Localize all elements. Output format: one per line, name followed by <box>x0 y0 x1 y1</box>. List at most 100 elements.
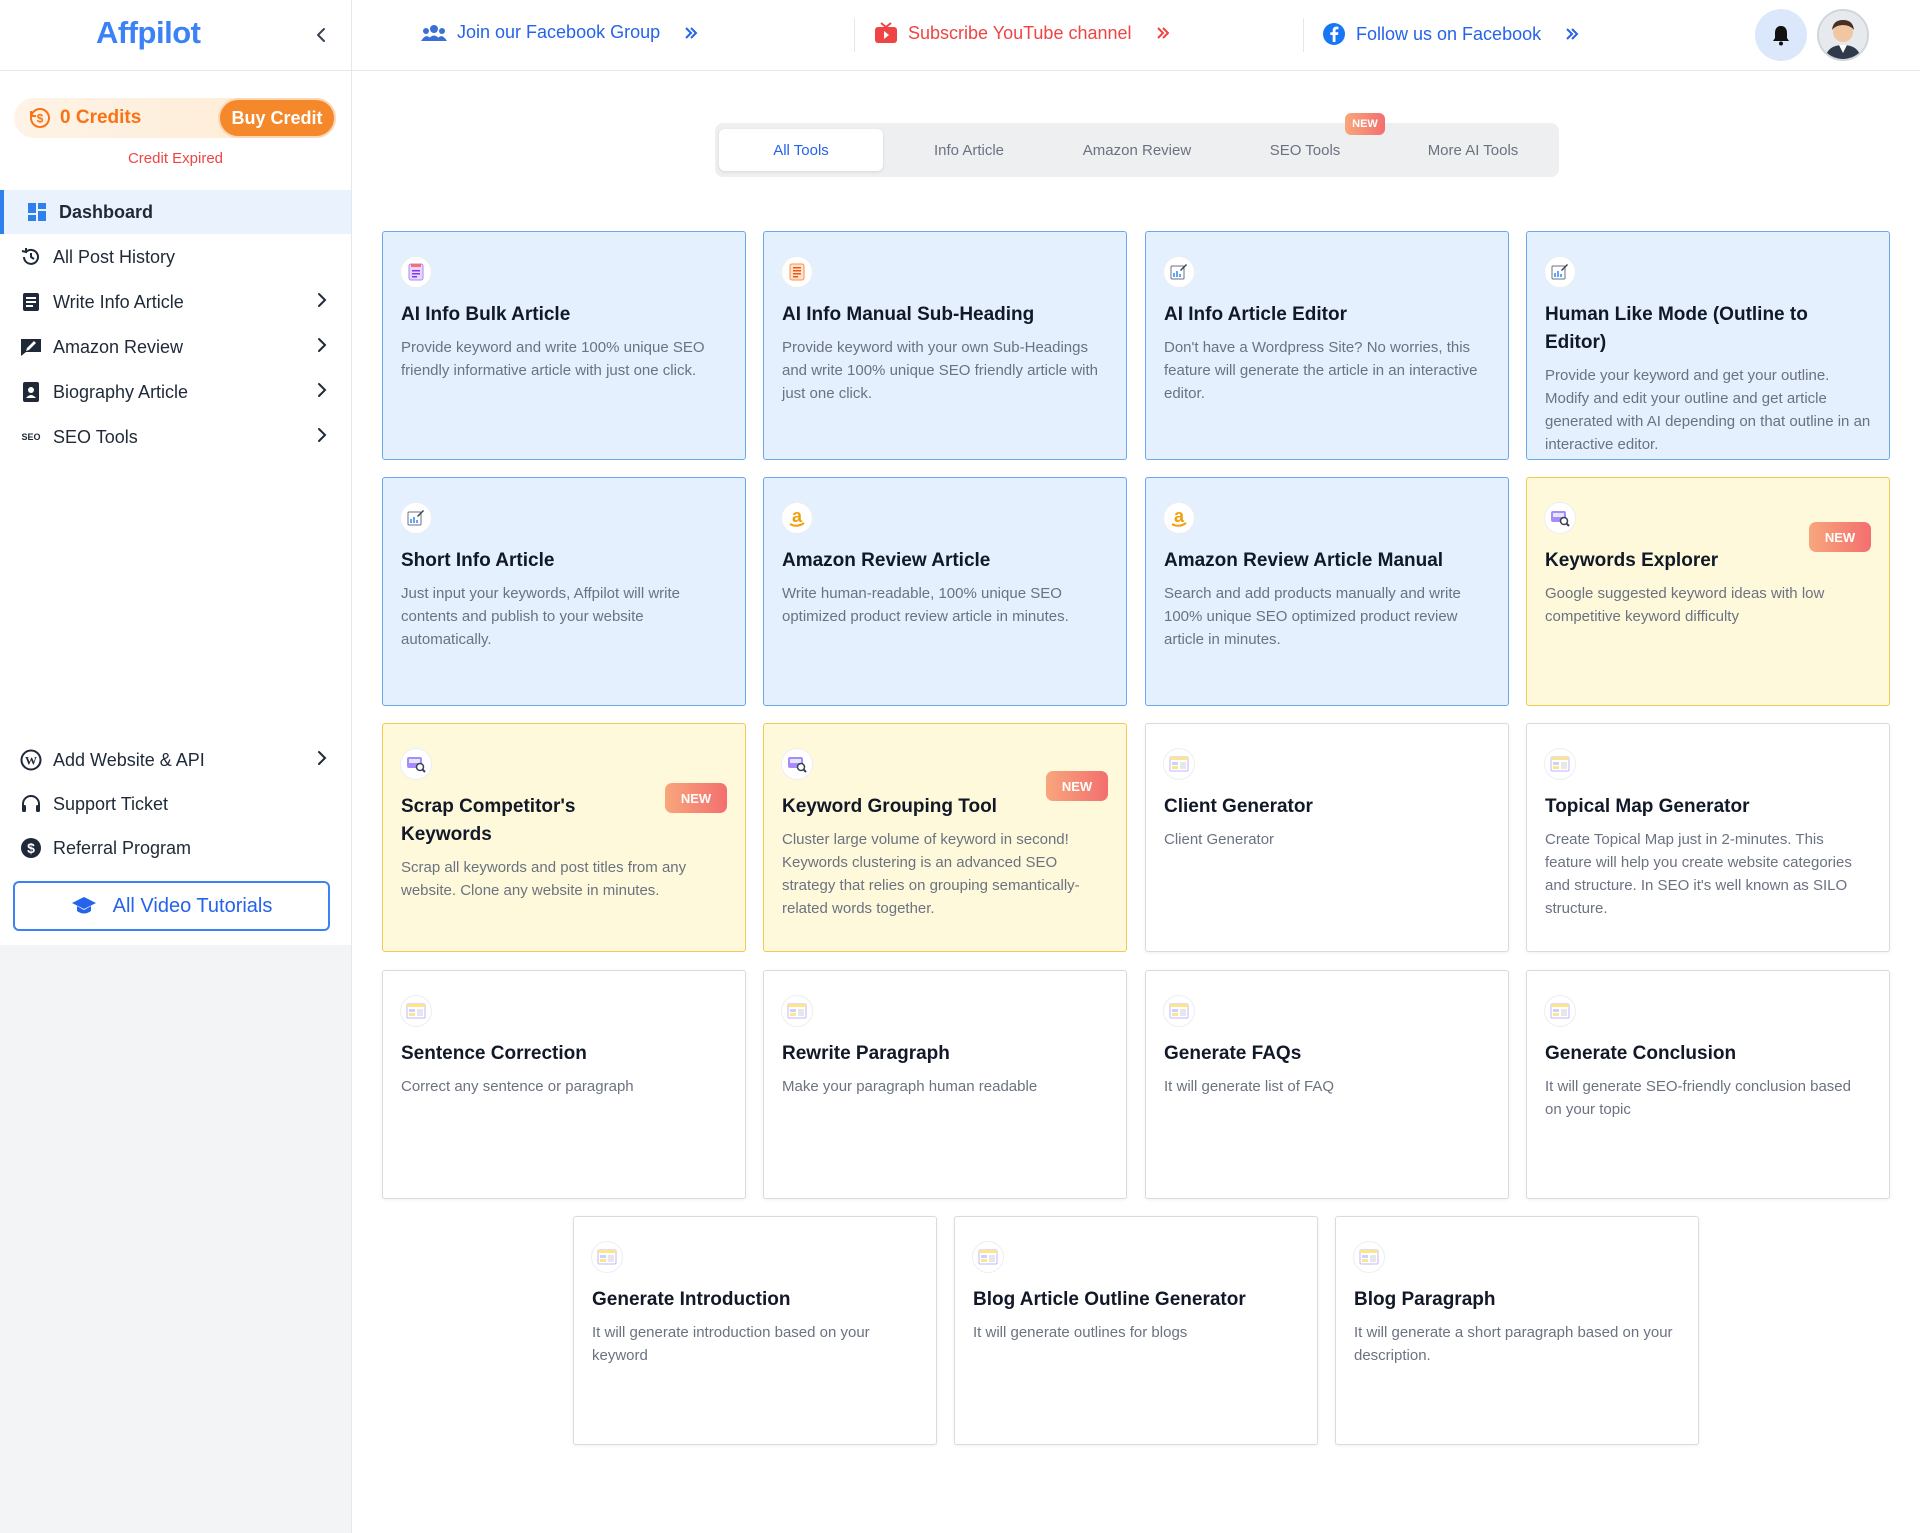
tab-all-tools[interactable]: All Tools <box>719 129 883 171</box>
edit-icon <box>1163 256 1195 288</box>
card-description: It will generate list of FAQ <box>1164 1078 1335 1095</box>
card-description: Provide keyword and write 100% unique SE… <box>401 339 705 379</box>
card-title: Keywords Explorer <box>1545 550 1719 571</box>
sidebar-item-seo-tools[interactable]: SEO SEO Tools <box>0 415 351 459</box>
facebook-group-link[interactable]: Join our Facebook Group <box>421 22 698 43</box>
sidebar-item-add-website[interactable]: W Add Website & API <box>0 738 351 782</box>
tool-card[interactable]: Generate Conclusion It will generate SEO… <box>1526 970 1890 1199</box>
card-description: Make your paragraph human readable <box>782 1078 1038 1095</box>
card-description: Provide your keyword and get your outlin… <box>1545 367 1871 453</box>
youtube-label: Subscribe YouTube channel <box>908 22 1132 43</box>
layout-icon <box>1163 995 1195 1027</box>
card-title: Rewrite Paragraph <box>782 1043 950 1064</box>
chevron-left-icon <box>317 28 325 42</box>
sidebar-item-support-ticket[interactable]: Support Ticket <box>0 782 351 826</box>
tool-card[interactable]: Sentence Correction Correct any sentence… <box>382 970 746 1199</box>
chevron-right-icon <box>318 338 327 352</box>
tab-info-article[interactable]: Info Article <box>887 129 1051 171</box>
layout-icon <box>1544 748 1576 780</box>
tool-card[interactable]: Blog Article Outline Generator It will g… <box>954 1216 1318 1445</box>
sidebar-item-label: Add Website & API <box>53 749 205 770</box>
svg-text:$: $ <box>37 112 44 126</box>
sidebar-item-label: SEO Tools <box>53 426 138 447</box>
document-icon <box>400 256 432 288</box>
tool-card[interactable]: Topical Map Generator Create Topical Map… <box>1526 723 1890 952</box>
tool-card[interactable]: AI Info Manual Sub-Heading Provide keywo… <box>763 231 1127 460</box>
svg-text:a: a <box>1174 508 1185 526</box>
sidebar-item-referral-program[interactable]: $ Referral Program <box>0 826 351 870</box>
sidebar-item-write-info-article[interactable]: Write Info Article <box>0 280 351 324</box>
graduation-cap-icon <box>71 896 97 916</box>
sidebar-item-label: Amazon Review <box>53 336 184 357</box>
card-title: Generate Conclusion <box>1545 1043 1737 1064</box>
card-description: It will generate outlines for blogs <box>973 1324 1188 1341</box>
sidebar-item-amazon-review[interactable]: Amazon Review <box>0 325 351 369</box>
card-title: Human Like Mode (Outline to Editor) <box>1545 304 1808 353</box>
layout-icon <box>1544 995 1576 1027</box>
tool-card[interactable]: Rewrite Paragraph Make your paragraph hu… <box>763 970 1127 1199</box>
tool-card[interactable]: NEW Keyword Grouping Tool Cluster large … <box>763 723 1127 952</box>
sidebar-item-biography-article[interactable]: Biography Article <box>0 370 351 414</box>
tool-card[interactable]: Client Generator Client Generator <box>1145 723 1509 952</box>
layout-icon <box>1163 748 1195 780</box>
app-logo[interactable]: Affpilot <box>96 15 201 51</box>
sidebar-item-dashboard[interactable]: Dashboard <box>0 190 351 234</box>
notifications-button[interactable] <box>1755 9 1807 61</box>
card-title: AI Info Article Editor <box>1164 304 1347 325</box>
card-title: Generate Introduction <box>592 1289 791 1310</box>
facebook-follow-link[interactable]: Follow us on Facebook <box>1322 22 1579 46</box>
card-description: Cluster large volume of keyword in secon… <box>782 831 1080 917</box>
sidebar-panel: Affpilot $ 0 Credits Buy Credit Credit E… <box>0 0 351 945</box>
facebook-group-label: Join our Facebook Group <box>457 22 661 42</box>
sidebar: Affpilot $ 0 Credits Buy Credit Credit E… <box>0 0 352 1533</box>
tab-more-ai-tools[interactable]: More AI Tools <box>1391 129 1555 171</box>
tool-card[interactable]: a Amazon Review Article Manual Search an… <box>1145 477 1509 706</box>
layout-icon <box>591 1241 623 1273</box>
chevron-right-icon <box>318 751 327 765</box>
wordpress-icon: W <box>19 748 43 772</box>
sidebar-item-label: Dashboard <box>59 201 154 222</box>
sidebar-item-label: Referral Program <box>53 837 192 858</box>
chevron-right-icon <box>318 428 327 442</box>
card-title: Sentence Correction <box>401 1043 587 1064</box>
card-description: It will generate introduction based on y… <box>592 1324 870 1364</box>
tool-card[interactable]: Generate FAQs It will generate list of F… <box>1145 970 1509 1199</box>
card-title: Short Info Article <box>401 550 555 571</box>
tool-card[interactable]: Generate Introduction It will generate i… <box>573 1216 937 1445</box>
logo-row: Affpilot <box>0 0 351 71</box>
tool-card[interactable]: Short Info Article Just input your keywo… <box>382 477 746 706</box>
youtube-subscribe-link[interactable]: Subscribe YouTube channel <box>874 22 1170 44</box>
bell-icon <box>1773 26 1789 46</box>
credits-icon: $ <box>28 106 52 130</box>
tool-card[interactable]: AI Info Bulk Article Provide keyword and… <box>382 231 746 460</box>
facebook-icon <box>1322 22 1346 46</box>
credits-count: 0 Credits <box>60 107 142 128</box>
card-description: Client Generator <box>1164 831 1275 848</box>
card-description: Search and add products manually and wri… <box>1164 585 1461 648</box>
tool-card[interactable]: NEW Scrap Competitor's Keywords Scrap al… <box>382 723 746 952</box>
tool-card[interactable]: a Amazon Review Article Write human-read… <box>763 477 1127 706</box>
card-title: Scrap Competitor's Keywords <box>401 796 576 845</box>
sidebar-item-post-history[interactable]: All Post History <box>0 235 351 279</box>
avatar[interactable] <box>1817 9 1869 61</box>
tool-card[interactable]: NEW Keywords Explorer Google suggested k… <box>1526 477 1890 706</box>
tool-card[interactable]: AI Info Article Editor Don't have a Word… <box>1145 231 1509 460</box>
amazon-icon: a <box>781 502 813 534</box>
buy-credit-button[interactable]: Buy Credit <box>218 98 336 138</box>
tool-card[interactable]: Human Like Mode (Outline to Editor) Prov… <box>1526 231 1890 460</box>
youtube-icon <box>874 22 898 44</box>
tab-amazon-review[interactable]: Amazon Review <box>1055 129 1219 171</box>
amazon-icon: a <box>1163 502 1195 534</box>
new-badge: NEW <box>1345 113 1385 135</box>
seo-search-icon <box>1544 502 1576 534</box>
svg-text:a: a <box>792 508 803 526</box>
tool-tabs: All Tools Info Article Amazon Review SEO… <box>715 113 1559 177</box>
seo-search-icon <box>400 748 432 780</box>
topbar: Join our Facebook Group Subscribe YouTub… <box>352 0 1920 71</box>
tab-seo-tools[interactable]: SEO Tools <box>1223 129 1387 171</box>
credit-status: Credit Expired <box>127 150 224 167</box>
all-video-tutorials-button[interactable]: All Video Tutorials <box>13 881 330 931</box>
tool-card[interactable]: Blog Paragraph It will generate a short … <box>1335 1216 1699 1445</box>
collapse-sidebar-button[interactable] <box>310 24 332 46</box>
biography-icon <box>19 380 43 404</box>
